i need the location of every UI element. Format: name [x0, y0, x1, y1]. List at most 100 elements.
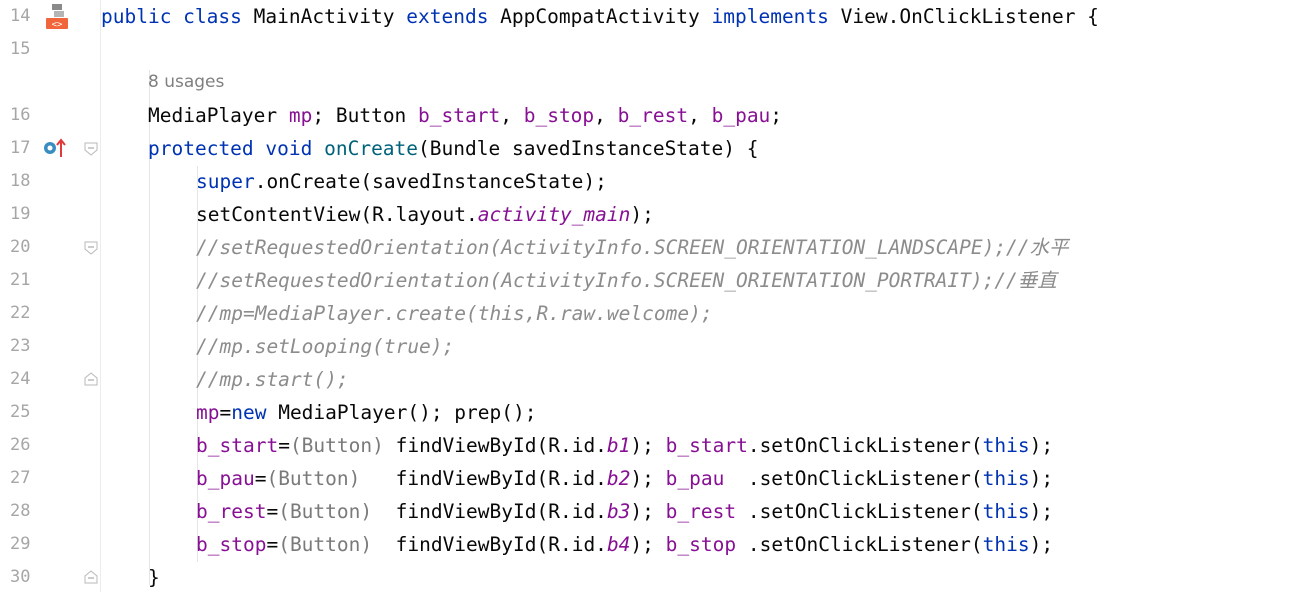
code-token: );: [1029, 434, 1054, 457]
code-token: b_start: [418, 104, 501, 127]
line-number[interactable]: 26: [10, 429, 40, 462]
code-token: b_pau: [665, 467, 725, 490]
code-token: ,: [500, 104, 524, 127]
code-token: activity_main: [477, 203, 631, 226]
code-token: super: [196, 170, 255, 193]
code-token: //mp=MediaPlayer.create(this,R.raw.welco…: [196, 302, 713, 325]
code-text[interactable]: b_rest=(Button) findViewById(R.id.b3); b…: [196, 495, 1053, 528]
code-line[interactable]: 22 //mp=MediaPlayer.create(this,R.raw.wel…: [0, 297, 1300, 330]
code-line[interactable]: 29 b_stop=(Button) findViewById(R.id.b4);…: [0, 528, 1300, 561]
code-token: );: [630, 434, 666, 457]
line-number[interactable]: 17: [10, 132, 40, 165]
code-text[interactable]: //setRequestedOrientation(ActivityInfo.S…: [196, 264, 1057, 297]
code-token: ,: [688, 104, 712, 127]
code-token: implements: [711, 5, 841, 28]
code-token: .setOnClickListener(: [736, 533, 983, 556]
code-text[interactable]: MediaPlayer mp; Button b_start, b_stop, …: [148, 99, 782, 132]
code-line[interactable]: 26 b_start=(Button) findViewById(R.id.b1)…: [0, 429, 1300, 462]
line-number[interactable]: 21: [10, 264, 40, 297]
line-number[interactable]: 22: [10, 297, 40, 330]
code-token: b_rest: [617, 104, 689, 127]
code-token: b4: [606, 533, 631, 556]
code-text[interactable]: setContentView(R.layout.activity_main);: [196, 198, 654, 231]
code-line[interactable]: 30}: [0, 561, 1300, 594]
code-text[interactable]: //mp.setLooping(true);: [196, 330, 454, 363]
code-text[interactable]: }: [148, 561, 160, 594]
code-token: mp: [196, 401, 220, 424]
code-line[interactable]: 19 setContentView(R.layout.activity_main)…: [0, 198, 1300, 231]
code-token: public class: [101, 5, 254, 28]
line-number[interactable]: 24: [10, 363, 40, 396]
code-text[interactable]: protected void onCreate(Bundle savedInst…: [148, 132, 759, 165]
code-token: );: [1029, 467, 1054, 490]
code-token: b_rest: [665, 500, 737, 523]
code-line[interactable]: 18 super.onCreate(savedInstanceState);: [0, 165, 1300, 198]
line-number[interactable]: 30: [10, 561, 40, 594]
code-text[interactable]: b_stop=(Button) findViewById(R.id.b4); b…: [196, 528, 1053, 561]
code-token: //setRequestedOrientation(ActivityInfo.S…: [196, 269, 1057, 292]
code-token: //mp.setLooping(true);: [196, 335, 455, 358]
code-token: setContentView(R.layout.: [196, 203, 478, 226]
line-number[interactable]: 25: [10, 396, 40, 429]
code-token: b_rest: [196, 500, 267, 523]
code-line[interactable]: 28 b_rest=(Button) findViewById(R.id.b3);…: [0, 495, 1300, 528]
code-line[interactable]: 15: [0, 33, 1300, 66]
code-token: ,: [594, 104, 618, 127]
code-token: b1: [606, 434, 631, 457]
code-token: findViewById(R.id.: [372, 533, 607, 556]
code-token: );: [1029, 533, 1054, 556]
code-token: AppCompatActivity: [500, 5, 712, 28]
code-token: (Button): [278, 500, 373, 523]
code-token: b_pau: [196, 467, 255, 490]
code-token: (Button): [266, 467, 361, 490]
code-text[interactable]: //mp.start();: [196, 363, 349, 396]
code-text[interactable]: mp=new MediaPlayer(); prep();: [196, 396, 536, 429]
code-line[interactable]: 16 MediaPlayer mp; Button b_start, b_stop…: [0, 99, 1300, 132]
code-token: =: [266, 533, 279, 556]
code-token: this: [982, 533, 1030, 556]
code-line[interactable]: 23 //mp.setLooping(true);: [0, 330, 1300, 363]
code-token: findViewById(R.id.: [372, 500, 607, 523]
line-number[interactable]: 27: [10, 462, 40, 495]
code-line[interactable]: 17 protected void onCreate(Bundle savedIn…: [0, 132, 1300, 165]
code-text[interactable]: b_start=(Button) findViewById(R.id.b1); …: [196, 429, 1053, 462]
line-number[interactable]: 18: [10, 165, 40, 198]
line-number[interactable]: 20: [10, 231, 40, 264]
code-line[interactable]: 14 public class MainActivity extends AppC…: [0, 0, 1300, 33]
code-token: //mp.start();: [196, 368, 349, 391]
code-token: new: [231, 401, 279, 424]
line-number[interactable]: 19: [10, 198, 40, 231]
code-line[interactable]: 24 //mp.start();: [0, 363, 1300, 396]
code-token: b2: [606, 467, 631, 490]
code-text[interactable]: //mp=MediaPlayer.create(this,R.raw.welco…: [196, 297, 713, 330]
code-token: =: [266, 500, 279, 523]
code-line[interactable]: 25 mp=new MediaPlayer(); prep();: [0, 396, 1300, 429]
code-token: MediaPlayer(); prep();: [278, 401, 537, 424]
code-token: );: [630, 203, 654, 226]
code-token: this: [982, 500, 1030, 523]
code-token: findViewById(R.id.: [360, 467, 607, 490]
code-editor[interactable]: 8 usages <> 14 public class MainActivity …: [0, 0, 1300, 592]
code-token: extends: [406, 5, 501, 28]
line-number[interactable]: 28: [10, 495, 40, 528]
code-text[interactable]: super.onCreate(savedInstanceState);: [196, 165, 607, 198]
usages-hint[interactable]: 8 usages: [148, 70, 224, 94]
code-token: MediaPlayer: [148, 104, 289, 127]
code-token: findViewById(R.id.: [383, 434, 607, 457]
code-token: MainActivity: [253, 5, 407, 28]
line-number[interactable]: 14: [10, 0, 40, 33]
code-text[interactable]: public class MainActivity extends AppCom…: [101, 0, 1099, 33]
line-number[interactable]: 15: [10, 33, 40, 66]
code-token: .onCreate(savedInstanceState);: [254, 170, 607, 193]
code-text[interactable]: //setRequestedOrientation(ActivityInfo.S…: [196, 231, 1069, 264]
code-text[interactable]: b_pau=(Button) findViewById(R.id.b2); b_…: [196, 462, 1053, 495]
code-token: mp: [288, 104, 313, 127]
code-line[interactable]: 20 //setRequestedOrientation(ActivityInfo…: [0, 231, 1300, 264]
code-token: this: [982, 434, 1030, 457]
line-number[interactable]: 29: [10, 528, 40, 561]
code-token: );: [630, 467, 666, 490]
line-number[interactable]: 23: [10, 330, 40, 363]
line-number[interactable]: 16: [10, 99, 40, 132]
code-line[interactable]: 27 b_pau=(Button) findViewById(R.id.b2); …: [0, 462, 1300, 495]
code-line[interactable]: 21 //setRequestedOrientation(ActivityInfo…: [0, 264, 1300, 297]
